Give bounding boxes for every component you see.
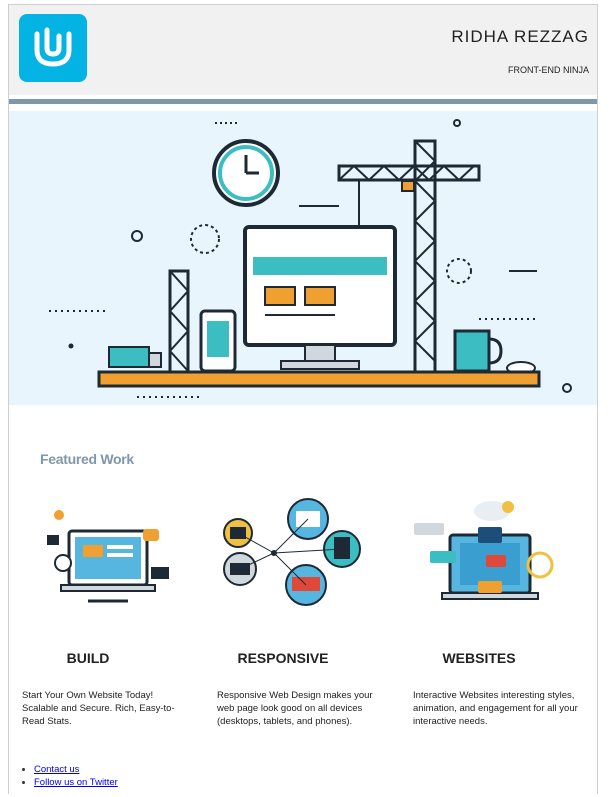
site-name: RIDHA REZZAG	[451, 27, 589, 46]
site-header: RIDHA REZZAG FRONT-END NINJA	[9, 5, 597, 95]
card-title-websites: WEBSITES	[442, 650, 516, 666]
build-illustration-icon	[33, 493, 183, 618]
websites-illustration-icon	[410, 493, 560, 618]
contact-us-link[interactable]: Contact us	[34, 764, 79, 775]
responsive-illustration-icon	[218, 493, 368, 618]
featured-work-title: Featured Work	[40, 451, 134, 467]
hero-illustration	[9, 111, 597, 405]
site-subtitle: FRONT-END NINJA	[508, 65, 589, 75]
card-text-websites: Interactive Websites interesting styles,…	[413, 690, 578, 727]
follow-twitter-link[interactable]: Follow us on Twitter	[34, 777, 118, 788]
list-item: Contact us	[34, 763, 118, 776]
udacity-logo-icon[interactable]	[19, 14, 87, 82]
website-under-construction-illustration	[49, 119, 572, 398]
card-text-build: Start Your Own Website Today! Scalable a…	[22, 690, 175, 727]
footer-links: Contact us Follow us on Twitter	[22, 763, 118, 789]
card-text-responsive: Responsive Web Design makes your web pag…	[217, 690, 373, 727]
card-title-build: BUILD	[66, 650, 110, 666]
header-divider	[9, 99, 597, 104]
list-item: Follow us on Twitter	[34, 776, 118, 789]
card-title-responsive: RESPONSIVE	[237, 650, 329, 666]
